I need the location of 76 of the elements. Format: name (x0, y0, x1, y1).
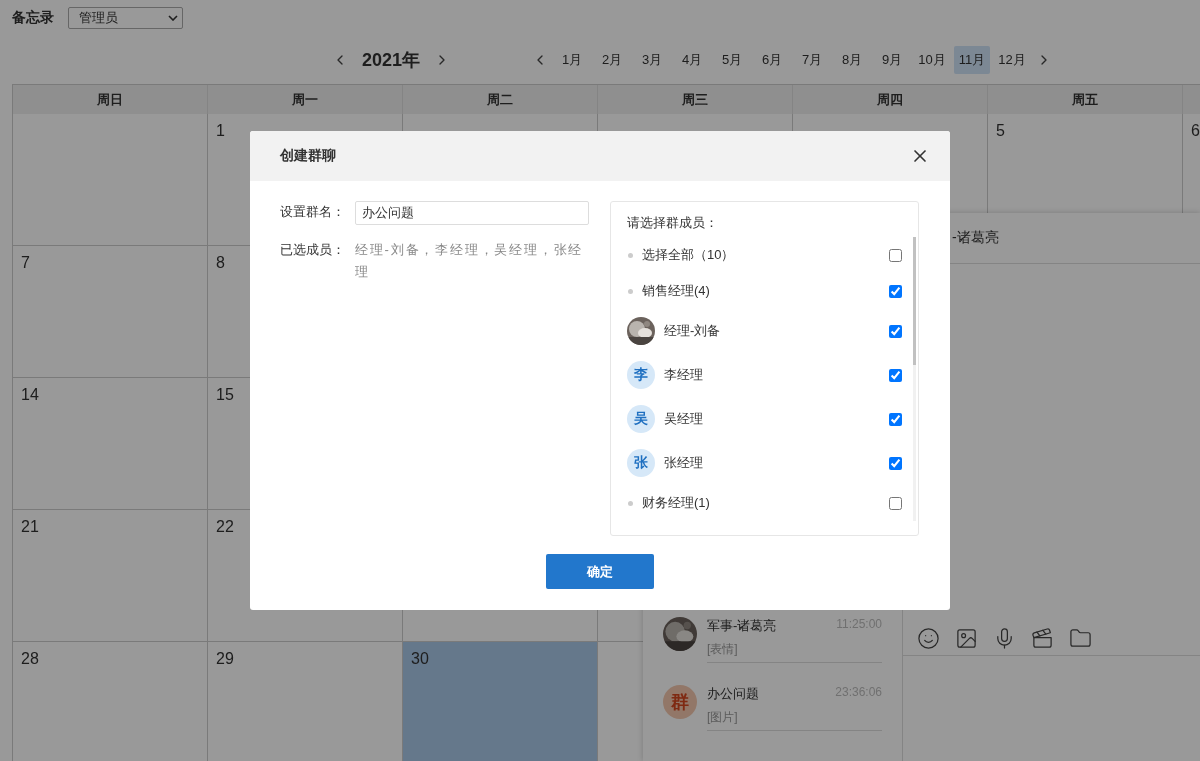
conversation-name[interactable]: 办公问题 (707, 685, 759, 703)
selected-members-label: 已选成员： (280, 241, 346, 259)
day-number: 29 (216, 650, 234, 667)
day-number: 1 (216, 122, 225, 139)
bullet-dot (628, 500, 633, 506)
conversation-name[interactable]: 军事-诸葛亮 (707, 617, 777, 635)
group-name-label: 设置群名： (280, 203, 346, 221)
day-number: 22 (216, 518, 234, 535)
weekday-header: 周三 (598, 85, 793, 114)
member-avatar: 吴 (627, 405, 655, 433)
year-label: 2021年 (362, 49, 421, 72)
weekday-header: 周二 (403, 85, 598, 114)
weekday-header: 周五 (988, 85, 1183, 114)
selected-members-text: 经理-刘备，李经理，吴经理，张经理 (355, 241, 585, 281)
month-tab[interactable]: 5月 (714, 46, 751, 74)
checkbox[interactable] (889, 496, 902, 510)
day-cell[interactable]: 7 (13, 246, 208, 378)
day-number: 14 (21, 386, 39, 403)
member-name: 张经理 (664, 454, 704, 472)
weekday-header: 周日 (13, 85, 208, 114)
month-tab[interactable]: 7月 (794, 46, 831, 74)
weekday-header: 周一 (208, 85, 403, 114)
checkbox[interactable] (889, 284, 902, 298)
bullet-dot (628, 252, 633, 258)
month-tab[interactable]: 9月 (874, 46, 911, 74)
member-name: 经理-刘备 (664, 322, 722, 340)
checkbox[interactable] (889, 368, 902, 382)
checkbox[interactable] (889, 248, 902, 262)
checkbox[interactable] (889, 456, 902, 470)
day-cell[interactable]: 30 (403, 642, 598, 761)
month-tab[interactable]: 10月 (914, 46, 951, 74)
group-label: 销售经理(4) (642, 282, 711, 300)
month-tab[interactable]: 6月 (754, 46, 791, 74)
day-number: 21 (21, 518, 39, 535)
day-number: 15 (216, 386, 234, 403)
group-name-field[interactable]: 办公问题 (355, 201, 589, 225)
member-panel-title: 请选择群成员： (627, 214, 719, 232)
emoji-icon[interactable] (917, 627, 940, 650)
confirm-button[interactable]: 确定 (546, 554, 654, 589)
day-cell[interactable]: 21 (13, 510, 208, 642)
day-cell[interactable] (13, 114, 208, 246)
day-cell[interactable]: 14 (13, 378, 208, 510)
member-avatar: 张 (627, 449, 655, 477)
role-select[interactable]: 管理员 (68, 7, 183, 29)
day-number: 6 (1191, 122, 1200, 139)
app-title: 备忘录 (12, 9, 54, 27)
scrollbar[interactable] (913, 237, 916, 521)
month-tab[interactable]: 3月 (634, 46, 671, 74)
member-avatar: 李 (627, 361, 655, 389)
caret-icon (168, 15, 178, 21)
day-number: 28 (21, 650, 39, 667)
month-tab[interactable]: 8月 (834, 46, 871, 74)
folder-icon[interactable] (1069, 627, 1092, 650)
member-name: 李经理 (664, 366, 704, 384)
message-preview: [表情] (707, 641, 739, 658)
bullet-dot (628, 288, 633, 294)
group-label: 财务经理(1) (642, 494, 711, 512)
checkbox[interactable] (889, 324, 902, 338)
group-label: 选择全部（10） (642, 246, 736, 264)
day-number: 30 (411, 650, 429, 667)
month-tab[interactable]: 1月 (554, 46, 591, 74)
member-name: 吴经理 (664, 410, 704, 428)
weekday-header: 周四 (793, 85, 988, 114)
month-tab[interactable]: 4月 (674, 46, 711, 74)
month-tab[interactable]: 11月 (954, 46, 991, 74)
checkbox[interactable] (889, 412, 902, 426)
video-icon[interactable] (1031, 627, 1054, 650)
day-number: 5 (996, 122, 1005, 139)
image-icon[interactable] (955, 627, 978, 650)
day-number: 8 (216, 254, 225, 271)
group-avatar: 群 (663, 685, 697, 719)
day-number: 7 (21, 254, 30, 271)
month-tab[interactable]: 2月 (594, 46, 631, 74)
month-tab[interactable]: 12月 (994, 46, 1031, 74)
message-preview: [图片] (707, 709, 739, 726)
dialog-title: 创建群聊 (280, 147, 336, 165)
